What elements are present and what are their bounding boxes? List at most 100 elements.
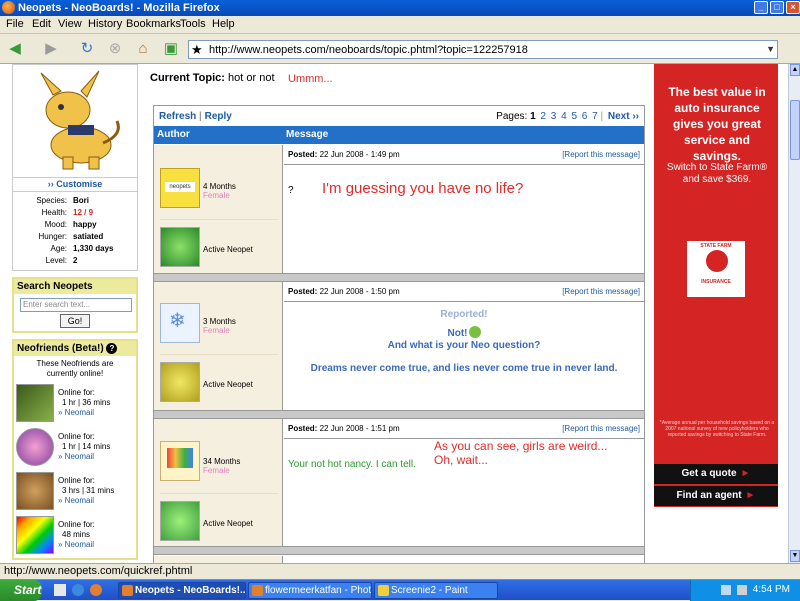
scrollbar-thumb[interactable] bbox=[790, 100, 800, 160]
pages-label: Pages: bbox=[496, 111, 528, 122]
thread-header: Author Message bbox=[154, 126, 644, 144]
close-button[interactable]: × bbox=[786, 1, 800, 14]
gender: Female bbox=[203, 191, 230, 200]
post-date: 22 Jun 2008 - 1:50 pm bbox=[319, 287, 400, 296]
report-link[interactable]: [Report this message] bbox=[562, 424, 640, 433]
reported-label: Reported! bbox=[440, 309, 488, 320]
task-firefox[interactable]: Neopets - NeoBoards!... bbox=[118, 582, 246, 599]
pet-image[interactable] bbox=[12, 64, 138, 178]
friend-neomail-link[interactable]: » Neomail bbox=[58, 408, 110, 418]
search-panel: Search Neopets Enter search text... Go! bbox=[12, 277, 138, 333]
menu-edit[interactable]: Edit bbox=[32, 18, 51, 30]
home-icon[interactable]: ⌂ bbox=[132, 39, 154, 59]
friend-avatar[interactable] bbox=[16, 472, 54, 510]
page-link[interactable]: 6 bbox=[582, 111, 588, 122]
report-link[interactable]: [Report this message] bbox=[562, 150, 640, 159]
help-icon[interactable]: ? bbox=[106, 343, 118, 354]
stat-value: Bori bbox=[73, 196, 89, 205]
pet-status: Active Neopet bbox=[203, 245, 253, 254]
desktop-icon[interactable] bbox=[54, 584, 66, 596]
post-author bbox=[154, 556, 283, 563]
user-avatar[interactable]: neopets bbox=[160, 168, 200, 208]
pet-status: Active Neopet bbox=[203, 380, 253, 389]
ie-icon[interactable] bbox=[72, 584, 84, 596]
task-photobucket[interactable]: flowermeerkatfan - Photob... bbox=[248, 582, 372, 599]
menu-view[interactable]: View bbox=[58, 18, 82, 30]
post-body: Your not hot nancy. I can tell. bbox=[288, 459, 416, 470]
friend-online-time: 48 mins bbox=[62, 530, 91, 539]
search-go-button[interactable]: Go! bbox=[60, 314, 90, 328]
chevron-down-icon[interactable]: ▼ bbox=[766, 44, 775, 54]
reply-link[interactable]: Reply bbox=[205, 111, 232, 122]
back-icon[interactable]: ◀ bbox=[4, 39, 26, 59]
scroll-down-icon[interactable]: ▼ bbox=[790, 550, 800, 562]
ad-offer: Switch to State Farm® and save $369. bbox=[666, 162, 768, 185]
post-body: ? bbox=[288, 185, 294, 196]
page-link[interactable]: 2 bbox=[540, 111, 546, 122]
author-column-header: Author bbox=[157, 129, 190, 140]
page-link[interactable]: 3 bbox=[551, 111, 557, 122]
friend-neomail-link[interactable]: » Neomail bbox=[58, 540, 95, 550]
friend-avatar[interactable] bbox=[16, 384, 54, 422]
user-avatar[interactable] bbox=[160, 441, 200, 481]
friend-online-time: 3 hrs | 31 mins bbox=[62, 486, 115, 495]
page-link[interactable]: 7 bbox=[592, 111, 598, 122]
user-avatar[interactable]: ❄ bbox=[160, 303, 200, 343]
menu-file[interactable]: File bbox=[6, 18, 24, 30]
site-icon: ★ bbox=[191, 42, 203, 57]
search-input[interactable]: Enter search text... bbox=[20, 298, 132, 312]
maximize-button[interactable]: □ bbox=[770, 1, 784, 14]
next-page-link[interactable]: Next ›› bbox=[608, 111, 639, 122]
divider bbox=[160, 219, 278, 220]
pet-avatar[interactable] bbox=[160, 362, 200, 402]
reload-icon[interactable]: ↻ bbox=[76, 39, 98, 59]
pet-avatar[interactable] bbox=[160, 227, 200, 267]
friend-online-label: Online for: bbox=[58, 432, 95, 441]
stop-icon[interactable]: ⊗ bbox=[104, 39, 126, 59]
neofriends-panel: Neofriends (Beta!) ? These Neofriends ar… bbox=[12, 339, 138, 560]
menu-bookmarks[interactable]: Bookmarks bbox=[126, 18, 181, 30]
insurance-ad[interactable]: The best value in auto insurance gives y… bbox=[654, 64, 778, 507]
ad-fine-print: *Average annual per household savings ba… bbox=[659, 420, 775, 438]
get-quote-label: Get a quote bbox=[681, 468, 737, 479]
customise-link[interactable]: ›› Customise bbox=[12, 178, 138, 192]
taskbar: Start Neopets - NeoBoards!... flowermeer… bbox=[0, 579, 800, 601]
task-paint[interactable]: Screenie2 - Paint bbox=[374, 582, 498, 599]
network-icon[interactable] bbox=[721, 585, 731, 595]
page-link[interactable]: 5 bbox=[571, 111, 577, 122]
menu-history[interactable]: History bbox=[88, 18, 122, 30]
refresh-link[interactable]: Refresh bbox=[159, 111, 196, 122]
firefox-icon[interactable] bbox=[90, 584, 102, 596]
page-link[interactable]: 4 bbox=[561, 111, 567, 122]
report-link[interactable]: [Report this message] bbox=[562, 287, 640, 296]
firefox-icon bbox=[2, 1, 15, 14]
address-bar[interactable]: ★ http://www.neopets.com/neoboards/topic… bbox=[188, 40, 778, 59]
logo-ring-icon bbox=[706, 250, 728, 272]
post-line: Not! bbox=[447, 328, 468, 339]
friend-avatar[interactable] bbox=[16, 516, 54, 554]
ad-headline: The best value in auto insurance gives y… bbox=[668, 85, 766, 163]
vertical-scrollbar[interactable]: ▲ ▼ bbox=[788, 64, 800, 563]
friend-neomail-link[interactable]: » Neomail bbox=[58, 496, 114, 506]
logo-text-top: STATE FARM bbox=[700, 243, 732, 249]
pet-avatar[interactable] bbox=[160, 501, 200, 541]
forum-thread: Refresh | Reply Pages: 1 2 3 4 5 6 7 | N… bbox=[153, 105, 645, 563]
get-quote-button[interactable]: Get a quote ► bbox=[654, 464, 778, 484]
menu-tools[interactable]: Tools bbox=[180, 18, 206, 30]
menu-help[interactable]: Help bbox=[212, 18, 235, 30]
stat-label: Species: bbox=[36, 196, 67, 205]
forward-icon[interactable]: ▶ bbox=[40, 39, 62, 59]
post-separator bbox=[154, 410, 644, 419]
volume-icon[interactable] bbox=[737, 585, 747, 595]
minimize-button[interactable]: _ bbox=[754, 1, 768, 14]
arrow-right-icon: ► bbox=[745, 490, 756, 501]
task-label: Screenie2 - Paint bbox=[391, 585, 468, 596]
find-agent-button[interactable]: Find an agent ► bbox=[654, 486, 778, 506]
start-button[interactable]: Start bbox=[0, 580, 42, 601]
post-line: Dreams never come true, and lies never c… bbox=[310, 363, 618, 374]
stat-value: satiated bbox=[73, 232, 104, 241]
scroll-up-icon[interactable]: ▲ bbox=[790, 64, 800, 76]
friend-avatar[interactable] bbox=[16, 428, 54, 466]
bookmark-add-icon[interactable]: ▣ bbox=[160, 39, 182, 59]
friend-neomail-link[interactable]: » Neomail bbox=[58, 452, 110, 462]
